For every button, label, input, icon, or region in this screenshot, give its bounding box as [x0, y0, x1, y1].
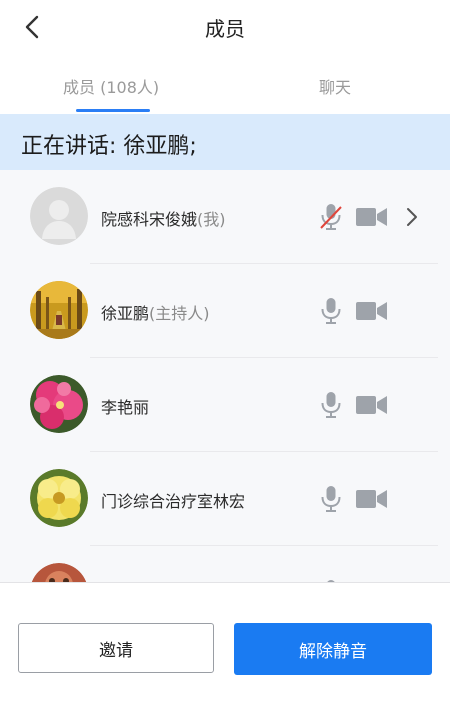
mic-icon[interactable]	[318, 485, 344, 513]
mic-muted-icon[interactable]	[318, 203, 344, 231]
speaking-text: 正在讲话: 徐亚鹏;	[21, 134, 197, 159]
speaking-banner: 正在讲话: 徐亚鹏;	[0, 114, 450, 170]
avatar	[30, 281, 88, 339]
avatar	[30, 375, 88, 433]
member-name: 徐亚鹏(主持人)	[101, 304, 210, 323]
footer-bar: 邀请 解除静音	[0, 582, 450, 701]
chevron-right-icon[interactable]	[404, 206, 420, 228]
tab-bar: 成员 (108人) 聊天	[0, 62, 450, 114]
member-name: 门诊综合治疗室林宏	[101, 492, 246, 511]
camera-icon[interactable]	[356, 488, 388, 510]
unmute-button[interactable]: 解除静音	[234, 623, 432, 675]
avatar	[30, 469, 88, 527]
member-name: 李艳丽	[101, 398, 150, 417]
avatar	[30, 563, 88, 582]
camera-icon[interactable]	[356, 300, 388, 322]
camera-icon[interactable]	[356, 206, 388, 228]
member-name: 院感科宋俊娥(我)	[101, 210, 226, 229]
tab-chat[interactable]: 聊天	[319, 74, 351, 98]
active-tab-indicator	[76, 109, 150, 112]
member-list[interactable]: 院感科宋俊娥(我) 徐亚鹏(主持人) 李艳丽 门诊综合治疗室林宏	[0, 170, 450, 582]
tab-members[interactable]: 成员 (108人)	[63, 74, 159, 98]
member-row[interactable]: 门诊综合治疗室林宏	[0, 452, 450, 546]
member-row[interactable]: 徐亚鹏(主持人)	[0, 264, 450, 358]
header: 成员	[0, 0, 450, 56]
member-row[interactable]: 院感科宋俊娥(我)	[0, 170, 450, 264]
member-row[interactable]: 李艳丽	[0, 358, 450, 452]
avatar	[30, 187, 88, 245]
camera-icon[interactable]	[356, 394, 388, 416]
mic-icon[interactable]	[318, 391, 344, 419]
mic-icon[interactable]	[318, 297, 344, 325]
page-title: 成员	[205, 17, 245, 41]
member-row[interactable]	[0, 546, 450, 582]
invite-button[interactable]: 邀请	[18, 623, 214, 673]
